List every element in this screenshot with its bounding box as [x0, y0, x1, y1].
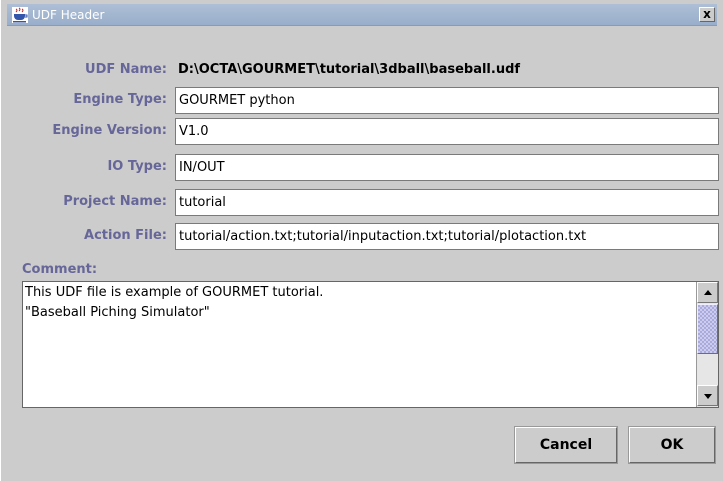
action-file-row: Action File: tutorial/action.txt;tutoria… [7, 222, 719, 250]
scroll-down-button[interactable] [697, 385, 718, 406]
ok-button[interactable]: OK [628, 426, 716, 464]
engine-version-label: Engine Version: [52, 123, 167, 138]
engine-version-row: Engine Version: V1.0 [7, 117, 719, 145]
project-name-label: Project Name: [63, 194, 167, 209]
io-type-label: IO Type: [107, 159, 167, 174]
action-file-label: Action File: [84, 228, 167, 243]
title-bar[interactable]: UDF Header x [7, 4, 717, 26]
comment-scrollbar[interactable] [696, 282, 718, 407]
comment-text[interactable]: This UDF file is example of GOURMET tuto… [25, 283, 694, 407]
project-name-row: Project Name: tutorial [7, 188, 719, 216]
close-button[interactable]: x [699, 7, 715, 22]
comment-label: Comment: [22, 262, 98, 277]
udf-header-dialog: UDF Header x UDF Name: D:\OCTA\GOURMET\t… [0, 0, 723, 481]
cancel-button[interactable]: Cancel [514, 426, 618, 464]
udf-name-row: UDF Name: D:\OCTA\GOURMET\tutorial\3dbal… [7, 56, 719, 84]
comment-line: "Baseball Piching Simulator" [25, 305, 210, 320]
arrow-up-icon [704, 290, 712, 295]
udf-name-label: UDF Name: [85, 62, 167, 77]
udf-name-value: D:\OCTA\GOURMET\tutorial\3dball\baseball… [175, 57, 719, 84]
engine-version-field[interactable]: V1.0 [175, 118, 719, 145]
io-type-row: IO Type: IN/OUT [7, 153, 719, 181]
arrow-down-icon [704, 394, 712, 399]
scroll-thumb[interactable] [697, 304, 718, 354]
io-type-field[interactable]: IN/OUT [175, 154, 719, 181]
comment-textarea[interactable]: This UDF file is example of GOURMET tuto… [22, 281, 719, 408]
java-cup-icon [12, 7, 28, 23]
window-title: UDF Header [32, 8, 105, 22]
engine-type-row: Engine Type: GOURMET python [7, 86, 719, 114]
comment-line: This UDF file is example of GOURMET tuto… [25, 285, 324, 300]
close-icon: x [703, 7, 711, 21]
action-file-field[interactable]: tutorial/action.txt;tutorial/inputaction… [175, 223, 719, 250]
project-name-field[interactable]: tutorial [175, 189, 719, 216]
engine-type-label: Engine Type: [73, 92, 167, 107]
scroll-up-button[interactable] [697, 282, 718, 303]
engine-type-field[interactable]: GOURMET python [175, 87, 719, 114]
